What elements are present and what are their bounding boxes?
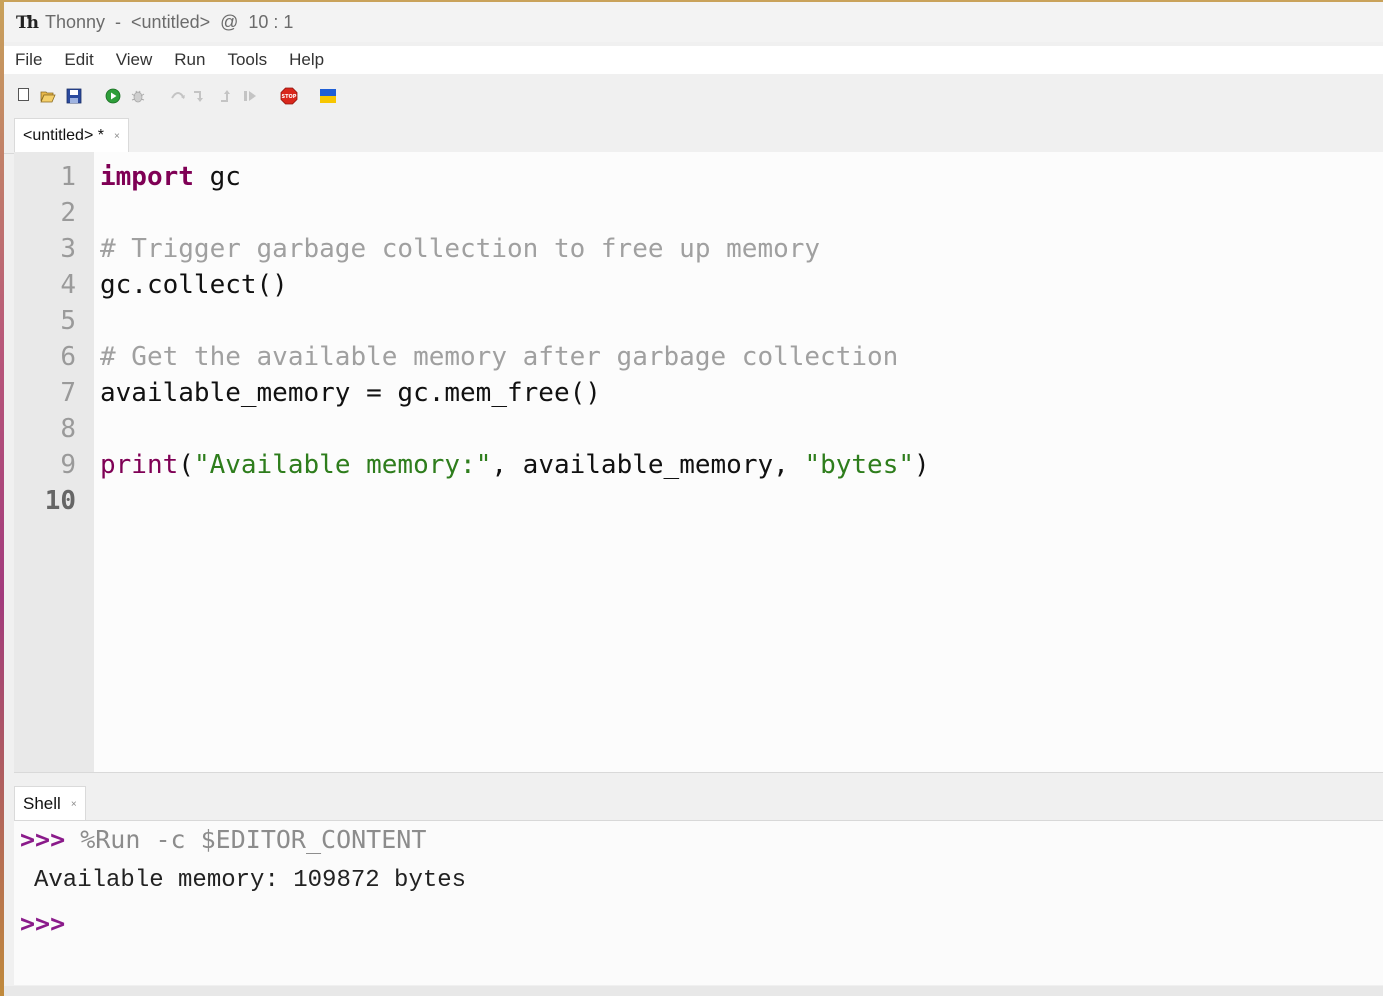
tab-shell[interactable]: Shell × xyxy=(14,786,86,821)
menu-run[interactable]: Run xyxy=(163,46,216,74)
line-number-gutter: 1 2 3 4 5 6 7 8 9 10 xyxy=(14,152,94,772)
resume-icon[interactable] xyxy=(242,88,258,104)
ukraine-flag-icon[interactable] xyxy=(320,88,336,104)
stop-icon[interactable]: STOP xyxy=(280,87,298,105)
editor-tab-strip: <untitled> * × xyxy=(4,118,1383,154)
shell-prompt: >>> xyxy=(20,909,66,938)
menu-view[interactable]: View xyxy=(105,46,164,74)
title-bar: Th Thonny - <untitled> @ 10 : 1 xyxy=(4,2,1383,42)
shell-console[interactable]: >>> %Run -c $EDITOR_CONTENT Available me… xyxy=(14,820,1383,985)
tab-untitled[interactable]: <untitled> * × xyxy=(14,118,129,153)
shell-tab-label: Shell xyxy=(23,794,61,813)
string-literal: "Available memory:" xyxy=(193,450,492,480)
code-line-1: import gc xyxy=(100,159,241,195)
new-file-icon[interactable] xyxy=(18,88,29,101)
stop-icon-label: STOP xyxy=(282,94,297,100)
window-title: Thonny - <untitled> @ 10 : 1 xyxy=(45,12,294,32)
line-number: 3 xyxy=(60,234,76,264)
line-number: 9 xyxy=(60,450,76,480)
line-number: 4 xyxy=(60,270,76,300)
code-line-3: # Trigger garbage collection to free up … xyxy=(100,234,821,264)
menu-edit[interactable]: Edit xyxy=(53,46,104,74)
thonny-logo-icon: Th xyxy=(16,13,39,33)
code-line-6: # Get the available memory after garbage… xyxy=(100,342,899,372)
close-icon[interactable]: × xyxy=(71,799,77,810)
code-line-9: print("Available memory:", available_mem… xyxy=(100,447,930,483)
line-number-current: 10 xyxy=(44,486,76,516)
line-number: 1 xyxy=(60,162,76,192)
code-line-4: gc.collect() xyxy=(100,270,288,300)
open-file-icon[interactable] xyxy=(40,88,56,104)
step-into-icon[interactable] xyxy=(192,88,208,104)
line-number: 2 xyxy=(60,198,76,228)
status-bar xyxy=(4,986,1383,996)
builtin-print: print xyxy=(100,450,179,480)
shell-command: %Run -c $EDITOR_CONTENT xyxy=(65,825,427,854)
step-over-icon[interactable] xyxy=(170,88,186,104)
code-line-7: available_memory = gc.mem_free() xyxy=(100,378,601,408)
shell-prompt: >>> xyxy=(20,825,66,854)
close-icon[interactable]: × xyxy=(114,131,120,142)
keyword-import: import xyxy=(100,162,194,192)
run-icon[interactable] xyxy=(105,88,121,104)
menu-tools[interactable]: Tools xyxy=(216,46,278,74)
toolbar: STOP xyxy=(4,74,1383,118)
shell-panel: Shell × >>> %Run -c $EDITOR_CONTENT Avai… xyxy=(14,774,1383,996)
line-number: 8 xyxy=(60,414,76,444)
code-text: , available_memory, xyxy=(491,450,805,480)
code-text: ) xyxy=(914,450,930,480)
tab-label: <untitled> * xyxy=(23,127,104,144)
line-number: 6 xyxy=(60,342,76,372)
thonny-window: Th Thonny - <untitled> @ 10 : 1 File Edi… xyxy=(4,2,1383,996)
string-literal: "bytes" xyxy=(804,450,915,480)
step-out-icon[interactable] xyxy=(218,88,234,104)
code-editor[interactable]: 1 2 3 4 5 6 7 8 9 10 import gc # Trigger… xyxy=(14,152,1383,773)
menu-file[interactable]: File xyxy=(4,46,53,74)
line-number: 7 xyxy=(60,378,76,408)
debug-icon[interactable] xyxy=(130,88,146,104)
line-number: 5 xyxy=(60,306,76,336)
shell-command-line: >>> %Run -c $EDITOR_CONTENT xyxy=(20,825,426,854)
shell-output: Available memory: 109872 bytes xyxy=(34,867,467,894)
code-text: ( xyxy=(178,450,194,480)
save-file-icon[interactable] xyxy=(66,88,82,104)
menu-help[interactable]: Help xyxy=(278,46,335,74)
code-text: gc xyxy=(193,162,241,192)
shell-input-line[interactable]: >>> xyxy=(20,909,65,938)
menu-bar: File Edit View Run Tools Help xyxy=(4,46,1383,74)
